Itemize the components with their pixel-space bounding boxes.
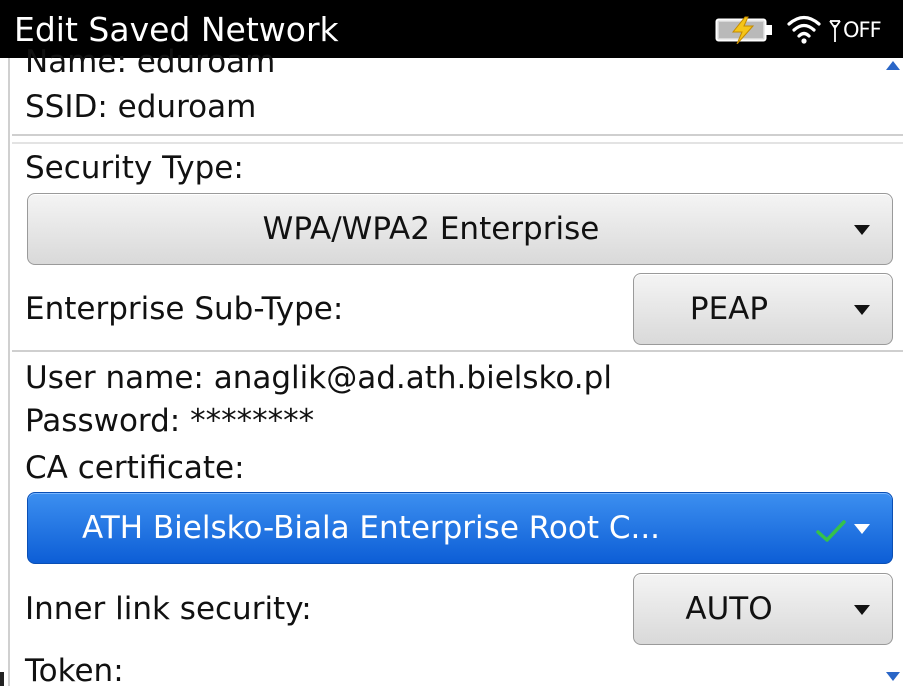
edge-marker bbox=[0, 672, 4, 686]
chevron-down-icon bbox=[854, 305, 870, 315]
security-type-value: WPA/WPA2 Enterprise bbox=[262, 211, 600, 247]
inner-link-security-dropdown[interactable]: AUTO bbox=[633, 573, 893, 645]
inner-link-security-label: Inner link security: bbox=[25, 591, 312, 627]
left-border bbox=[8, 58, 10, 686]
ca-certificate-value: ATH Bielsko-Biala Enterprise Root C... bbox=[82, 510, 661, 546]
network-name-text: Name: eduroam bbox=[25, 44, 276, 80]
chevron-down-icon bbox=[854, 225, 870, 235]
section-divider bbox=[12, 350, 903, 352]
radio-status-text: OFF bbox=[843, 18, 882, 42]
password-text[interactable]: Password: ******** bbox=[25, 402, 314, 440]
wifi-icon bbox=[787, 15, 821, 44]
inner-link-security-value: AUTO bbox=[685, 591, 773, 627]
ca-certificate-label: CA certificate: bbox=[25, 450, 245, 486]
enterprise-subtype-value: PEAP bbox=[689, 291, 769, 327]
ssid-text: SSID: eduroam bbox=[25, 89, 257, 125]
scroll-up-icon[interactable] bbox=[886, 60, 900, 70]
checkmark-icon bbox=[816, 520, 846, 542]
section-divider bbox=[12, 134, 903, 136]
battery-charging-icon bbox=[715, 16, 772, 44]
enterprise-subtype-dropdown[interactable]: PEAP bbox=[633, 273, 893, 345]
chevron-down-icon bbox=[854, 605, 870, 615]
scroll-down-icon[interactable] bbox=[886, 672, 900, 682]
username-text[interactable]: User name: anaglik@ad.ath.bielsko.pl bbox=[25, 359, 612, 397]
section-divider bbox=[12, 142, 903, 144]
security-type-label: Security Type: bbox=[25, 150, 244, 186]
signal-icon bbox=[829, 20, 841, 42]
ca-certificate-dropdown[interactable]: ATH Bielsko-Biala Enterprise Root C... bbox=[27, 492, 893, 564]
security-type-dropdown[interactable]: WPA/WPA2 Enterprise bbox=[27, 193, 893, 265]
enterprise-subtype-label: Enterprise Sub-Type: bbox=[25, 291, 344, 327]
token-label: Token: bbox=[25, 653, 124, 686]
chevron-down-icon bbox=[854, 524, 870, 534]
